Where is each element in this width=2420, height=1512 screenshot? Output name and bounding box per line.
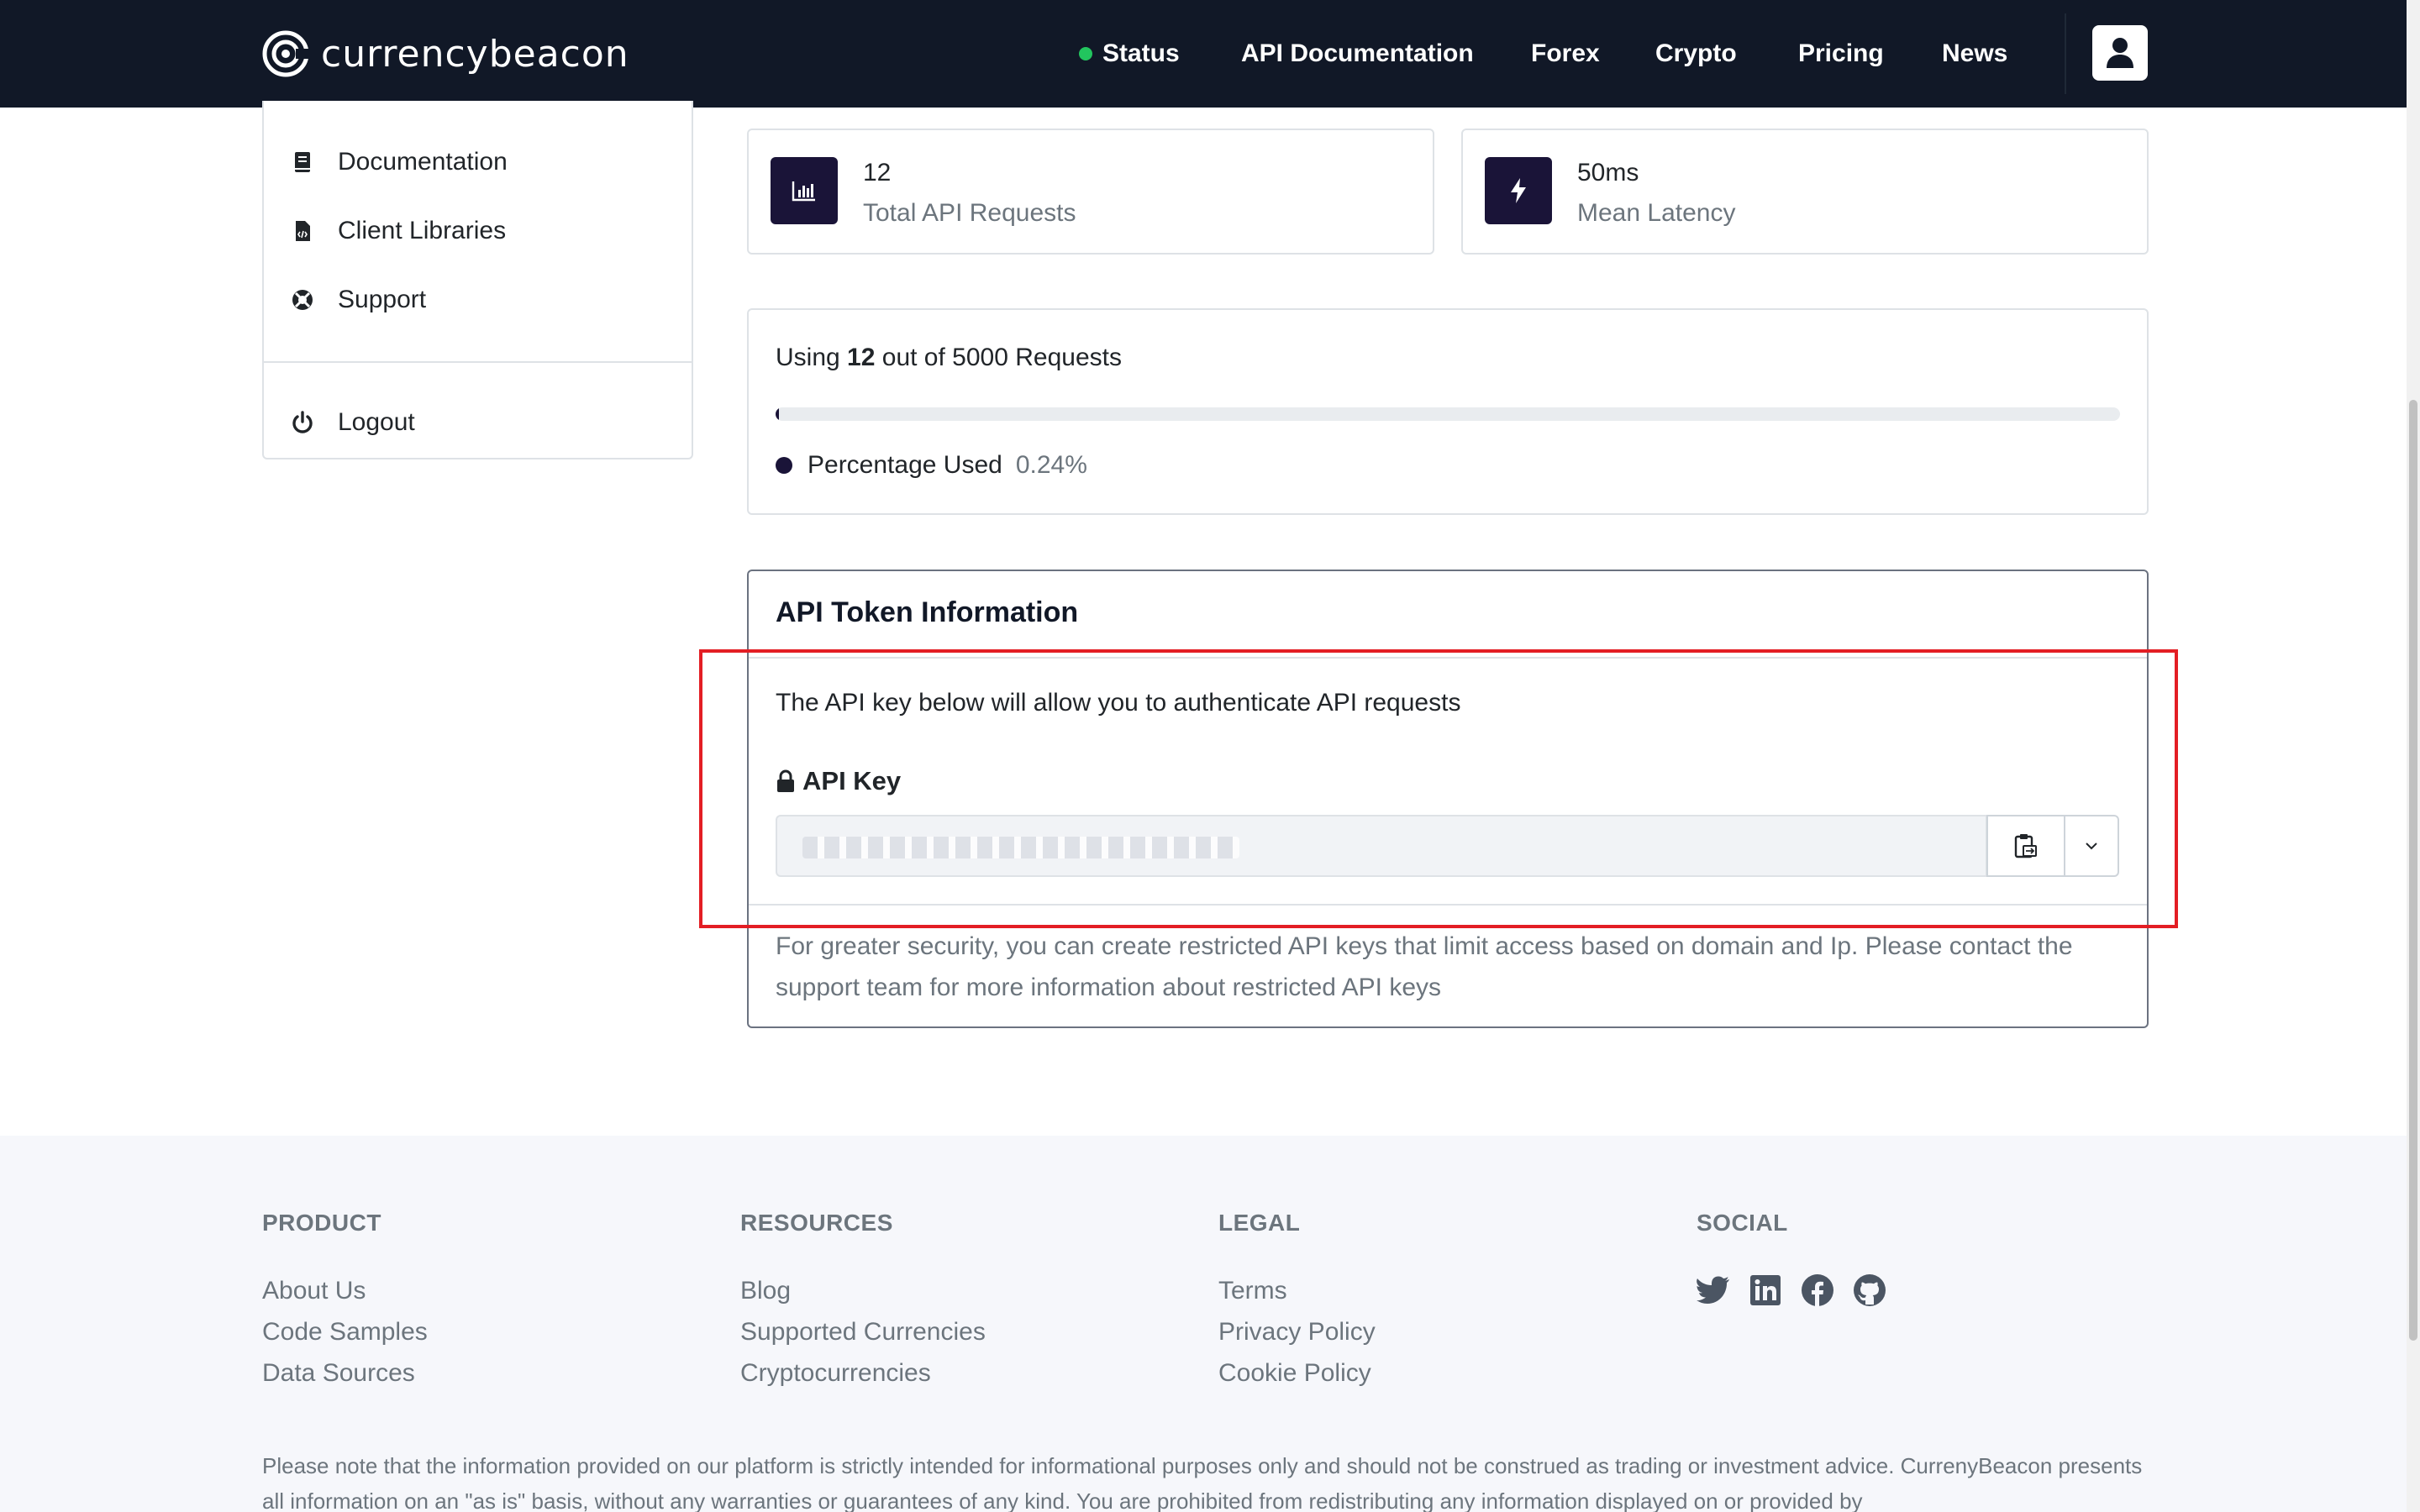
social-links — [1697, 1273, 1886, 1307]
usage-card: Using 12 out of 5000 Requests Percentage… — [747, 308, 2149, 515]
footer-disclaimer: Please note that the information provide… — [262, 1453, 2143, 1512]
top-navbar: currencybeacon Status API Documentation … — [0, 0, 2420, 108]
nav-pricing[interactable]: Pricing — [1798, 0, 1884, 108]
lock-icon — [777, 769, 794, 792]
nav-api-documentation-label: API Documentation — [1241, 39, 1474, 67]
chevron-down-icon — [2086, 843, 2097, 850]
footer-column-resources: RESOURCES Blog Supported Currencies Cryp… — [740, 1210, 986, 1389]
nav-forex[interactable]: Forex — [1531, 0, 1600, 108]
clipboard-icon — [2014, 834, 2037, 858]
footer-link-code-samples[interactable]: Code Samples — [262, 1316, 428, 1347]
facebook-icon[interactable] — [1801, 1273, 1834, 1307]
api-key-masked-value — [802, 837, 1239, 858]
power-icon — [292, 411, 313, 433]
code-file-icon — [296, 221, 310, 241]
api-token-description: The API key below will allow you to auth… — [776, 689, 1461, 717]
card-divider — [749, 657, 2147, 659]
status-dot-icon — [1079, 47, 1092, 60]
sidebar: Documentation Client Libraries Support L… — [262, 101, 693, 459]
linkedin-icon[interactable] — [1749, 1273, 1782, 1307]
usage-suffix: Requests — [1015, 344, 1123, 371]
footer-heading: SOCIAL — [1697, 1210, 1788, 1236]
footer-heading: PRODUCT — [262, 1210, 381, 1236]
sidebar-item-client-libraries[interactable]: Client Libraries — [291, 217, 506, 245]
usage-limit: 5000 — [952, 344, 1008, 371]
footer-link-cryptocurrencies[interactable]: Cryptocurrencies — [740, 1357, 986, 1389]
sidebar-item-label: Logout — [338, 408, 415, 436]
nav-news[interactable]: News — [1942, 0, 2007, 108]
nav-crypto-label: Crypto — [1655, 39, 1737, 67]
usage-used-count: 12 — [847, 344, 876, 371]
percentage-used-value: 0.24% — [1015, 451, 1087, 479]
footer-column-product: PRODUCT About Us Code Samples Data Sourc… — [262, 1210, 428, 1389]
sidebar-item-documentation[interactable]: Documentation — [291, 148, 508, 176]
footer-column-legal: LEGAL Terms Privacy Policy Cookie Policy — [1218, 1210, 1376, 1389]
api-key-field[interactable] — [776, 815, 1987, 877]
footer-heading: RESOURCES — [740, 1210, 893, 1236]
key-options-dropdown[interactable] — [2064, 815, 2119, 877]
legend-dot-icon — [776, 457, 792, 474]
usage-prefix: Using — [776, 344, 840, 371]
stat-value: 12 — [863, 159, 892, 186]
nav-divider — [2065, 13, 2066, 94]
stat-value: 50ms — [1577, 159, 1639, 186]
brand-name: currencybeacon — [321, 32, 629, 76]
nav-pricing-label: Pricing — [1798, 39, 1884, 67]
book-icon — [295, 152, 310, 172]
scrollbar-thumb[interactable] — [2409, 400, 2417, 1341]
usage-progress-fill — [776, 407, 779, 421]
footer-link-terms[interactable]: Terms — [1218, 1275, 1376, 1306]
api-token-title: API Token Information — [776, 596, 1079, 628]
nav-forex-label: Forex — [1531, 39, 1600, 67]
nav-status[interactable]: Status — [1079, 0, 1180, 108]
stat-label: Total API Requests — [863, 199, 1076, 227]
bolt-icon — [1485, 157, 1552, 224]
lifebuoy-icon — [292, 290, 313, 310]
footer-link-blog[interactable]: Blog — [740, 1275, 986, 1306]
nav-news-label: News — [1942, 39, 2008, 67]
sidebar-item-label: Support — [338, 286, 427, 313]
stat-card-total-requests: 12 Total API Requests — [747, 129, 1434, 255]
footer: PRODUCT About Us Code Samples Data Sourc… — [0, 1136, 2407, 1512]
api-key-label-text: API Key — [802, 766, 902, 795]
sidebar-divider — [264, 361, 692, 363]
card-divider — [749, 904, 2147, 906]
footer-link-data-sources[interactable]: Data Sources — [262, 1357, 428, 1389]
user-menu-button[interactable] — [2092, 25, 2148, 81]
api-key-label: API Key — [776, 766, 901, 796]
chart-icon — [771, 157, 838, 224]
footer-heading: LEGAL — [1218, 1210, 1301, 1236]
stat-card-mean-latency: 50ms Mean Latency — [1461, 129, 2149, 255]
footer-link-cookie-policy[interactable]: Cookie Policy — [1218, 1357, 1376, 1389]
user-icon — [2107, 38, 2133, 68]
nav-crypto[interactable]: Crypto — [1655, 0, 1737, 108]
footer-column-social: SOCIAL — [1697, 1210, 1886, 1307]
api-token-card: API Token Information The API key below … — [747, 570, 2149, 1028]
brand-logo[interactable]: currencybeacon — [262, 29, 629, 79]
sidebar-item-label: Client Libraries — [338, 217, 507, 244]
nav-status-label: Status — [1102, 39, 1180, 67]
github-icon[interactable] — [1853, 1273, 1886, 1307]
twitter-icon[interactable] — [1697, 1273, 1730, 1307]
currencybeacon-logo-icon — [262, 30, 309, 77]
sidebar-item-label: Documentation — [338, 148, 508, 176]
percentage-used-row: Percentage Used 0.24% — [776, 451, 1087, 480]
percentage-used-label: Percentage Used — [808, 451, 1002, 479]
footer-link-supported-currencies[interactable]: Supported Currencies — [740, 1316, 986, 1347]
usage-progress-bar — [776, 407, 2120, 421]
nav-api-documentation[interactable]: API Documentation — [1241, 0, 1474, 108]
usage-middle: out of — [881, 344, 945, 371]
usage-summary: Using 12 out of 5000 Requests — [776, 344, 1122, 372]
footer-link-privacy-policy[interactable]: Privacy Policy — [1218, 1316, 1376, 1347]
sidebar-item-logout[interactable]: Logout — [291, 408, 415, 437]
footer-link-about-us[interactable]: About Us — [262, 1275, 428, 1306]
copy-key-button[interactable] — [1986, 815, 2065, 877]
api-token-security-note: For greater security, you can create res… — [776, 932, 2073, 1001]
sidebar-item-support[interactable]: Support — [291, 286, 426, 314]
stat-label: Mean Latency — [1577, 199, 1736, 227]
